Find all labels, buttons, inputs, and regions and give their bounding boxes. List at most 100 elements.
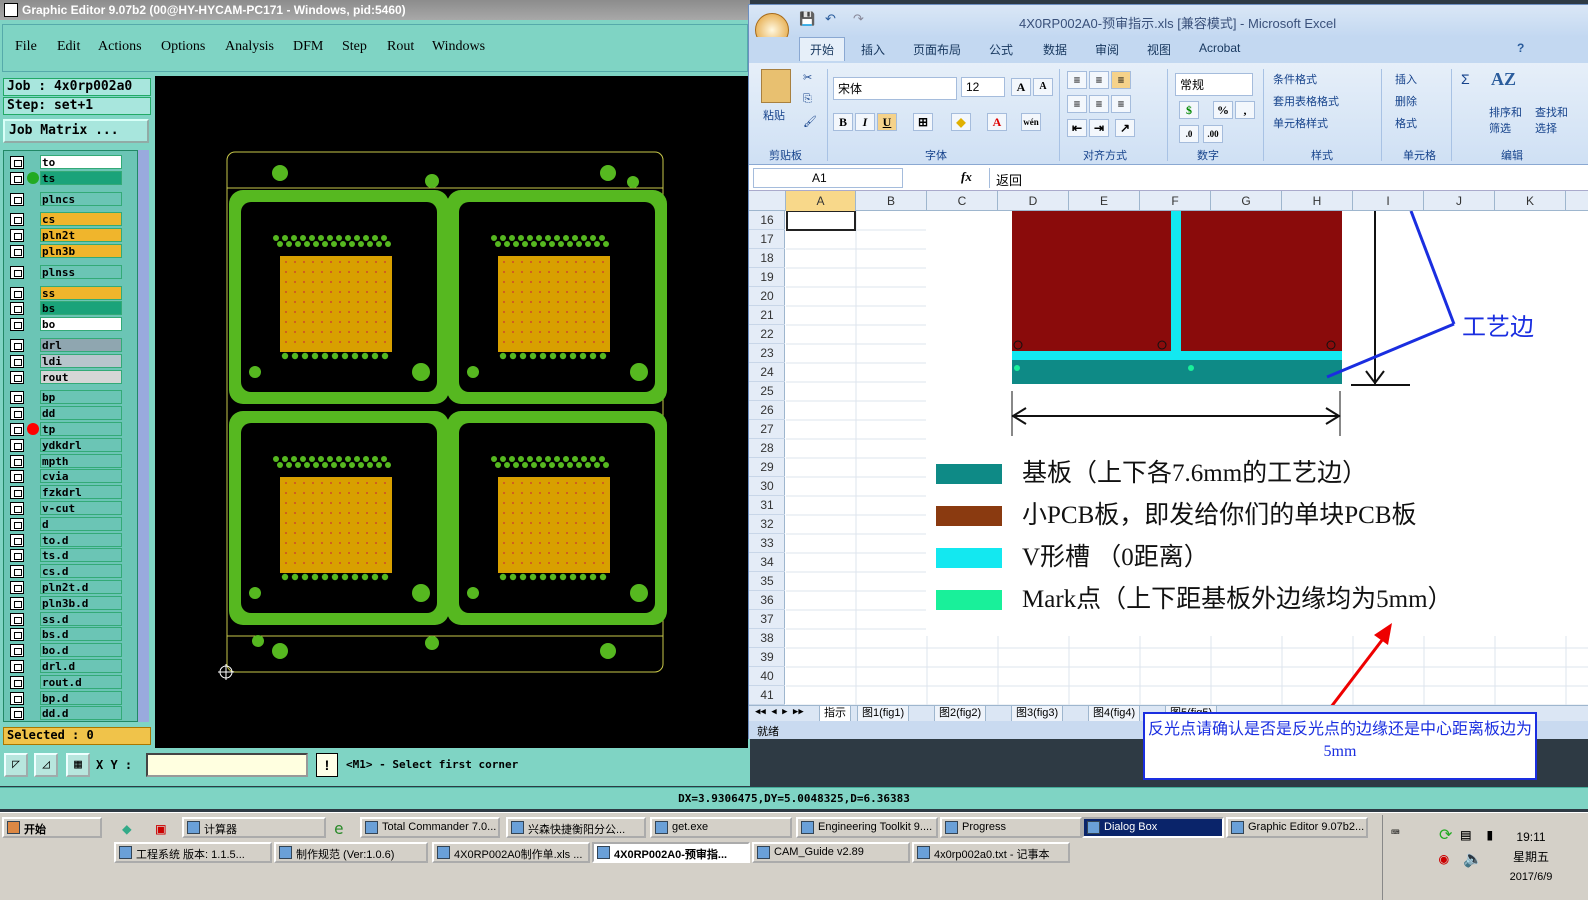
- row-header-39[interactable]: 39: [749, 648, 785, 667]
- formula-input[interactable]: 返回: [989, 168, 1585, 188]
- layer-name[interactable]: mpth: [40, 453, 122, 468]
- layer-checkbox[interactable]: [10, 192, 24, 206]
- align-center-icon[interactable]: ≡: [1089, 95, 1109, 113]
- layer-name[interactable]: bs.d: [40, 627, 122, 642]
- layer-checkbox[interactable]: [10, 339, 24, 352]
- phonetic-icon[interactable]: wén: [1021, 113, 1041, 131]
- layer-name[interactable]: v-cut: [40, 501, 122, 515]
- taskbar-button[interactable]: 4X0RP002A0-预审指...: [592, 842, 750, 863]
- align-left-icon[interactable]: ≡: [1067, 95, 1087, 113]
- format-cells-button[interactable]: 格式: [1395, 115, 1417, 131]
- layer-name[interactable]: plnss: [40, 264, 122, 279]
- save-icon[interactable]: 💾: [799, 11, 815, 27]
- layer-name[interactable]: to.d: [40, 532, 122, 547]
- job-matrix-button[interactable]: Job Matrix ...: [3, 119, 149, 143]
- layer-row[interactable]: pln3b: [10, 244, 124, 258]
- layer-scrollbar[interactable]: [137, 150, 149, 722]
- menu-rout[interactable]: Rout: [387, 39, 414, 55]
- font-name-box[interactable]: 宋体: [833, 77, 957, 100]
- layer-checkbox[interactable]: [10, 318, 24, 332]
- layer-row[interactable]: plncs: [10, 191, 124, 206]
- sheet-tab[interactable]: 图3(fig3): [1011, 706, 1064, 722]
- column-header-i[interactable]: I: [1353, 191, 1424, 211]
- layer-name[interactable]: ydkdrl: [40, 437, 122, 452]
- layer-checkbox[interactable]: [10, 644, 24, 658]
- format-as-table-button[interactable]: 套用表格格式: [1273, 93, 1339, 109]
- taskbar-button[interactable]: 4x0rp002a0.txt - 记事本: [912, 842, 1070, 863]
- layer-checkbox[interactable]: [10, 565, 24, 579]
- row-header-35[interactable]: 35: [749, 572, 785, 591]
- menu-windows[interactable]: Windows: [432, 39, 485, 55]
- row-header-19[interactable]: 19: [749, 268, 785, 287]
- measure-tool-button[interactable]: ◿: [34, 753, 58, 777]
- taskbar-button[interactable]: Graphic Editor 9.07b2...: [1226, 817, 1368, 838]
- insert-cells-button[interactable]: 插入: [1395, 71, 1417, 87]
- tab-data[interactable]: 数据: [1043, 41, 1067, 58]
- layer-checkbox[interactable]: [10, 675, 24, 689]
- layer-row[interactable]: dd.d: [10, 706, 124, 721]
- row-header-25[interactable]: 25: [749, 382, 785, 401]
- menu-dfm[interactable]: DFM: [293, 39, 323, 55]
- layer-checkbox[interactable]: [10, 213, 24, 227]
- layer-row[interactable]: ldi: [10, 353, 124, 368]
- font-size-box[interactable]: 12: [961, 77, 1005, 97]
- layer-name[interactable]: drl: [40, 338, 122, 352]
- layer-name[interactable]: d: [40, 516, 122, 531]
- update-icon[interactable]: ⟳: [1439, 825, 1452, 844]
- row-header-41[interactable]: 41: [749, 686, 785, 705]
- layer-name[interactable]: tp: [40, 422, 122, 436]
- row-header-37[interactable]: 37: [749, 610, 785, 629]
- layer-checkbox[interactable]: [10, 423, 24, 436]
- layer-name[interactable]: to: [40, 155, 122, 169]
- tab-acrobat[interactable]: Acrobat: [1199, 41, 1240, 55]
- row-header-38[interactable]: 38: [749, 629, 785, 648]
- layer-name[interactable]: cvia: [40, 469, 122, 484]
- layer-name[interactable]: bp.d: [40, 690, 122, 705]
- layer-row[interactable]: ydkdrl: [10, 437, 124, 452]
- percent-icon[interactable]: %: [1213, 101, 1233, 119]
- column-header-f[interactable]: F: [1140, 191, 1211, 211]
- help-icon[interactable]: ?: [1517, 41, 1524, 55]
- font-color-icon[interactable]: A: [987, 113, 1007, 131]
- layer-row[interactable]: ts: [10, 170, 124, 185]
- decrease-decimal-icon[interactable]: .00: [1203, 125, 1223, 143]
- grow-font-icon[interactable]: A: [1011, 78, 1031, 96]
- layer-row[interactable]: ts.d: [10, 548, 124, 563]
- taskbar-button[interactable]: Engineering Toolkit 9....: [796, 817, 938, 838]
- row-header-20[interactable]: 20: [749, 287, 785, 306]
- volume-icon[interactable]: 🔈: [1463, 849, 1483, 868]
- layer-checkbox[interactable]: [10, 691, 24, 705]
- layer-checkbox[interactable]: [10, 549, 24, 563]
- column-header-c[interactable]: C: [927, 191, 998, 211]
- align-bottom-icon[interactable]: ≡: [1111, 71, 1131, 89]
- layer-name[interactable]: pln2t: [40, 228, 122, 243]
- layer-checkbox[interactable]: [10, 407, 24, 421]
- layer-row[interactable]: bs.d: [10, 627, 124, 642]
- format-painter-icon[interactable]: 🖌: [803, 115, 817, 128]
- layer-row[interactable]: rout: [10, 369, 124, 384]
- layer-row[interactable]: drl: [10, 338, 124, 352]
- row-header-21[interactable]: 21: [749, 306, 785, 325]
- layer-row[interactable]: fzkdrl: [10, 485, 124, 500]
- row-header-32[interactable]: 32: [749, 515, 785, 534]
- layer-checkbox[interactable]: [10, 470, 24, 484]
- row-header-17[interactable]: 17: [749, 230, 785, 249]
- cell-styles-button[interactable]: 单元格样式: [1273, 115, 1328, 131]
- menu-options[interactable]: Options: [161, 39, 205, 55]
- layer-row[interactable]: plnss: [10, 264, 124, 279]
- row-header-33[interactable]: 33: [749, 534, 785, 553]
- layer-row[interactable]: ss: [10, 285, 124, 300]
- layer-row[interactable]: d: [10, 516, 124, 531]
- layer-name[interactable]: ss: [40, 285, 122, 300]
- sheet-tab[interactable]: 图2(fig2): [934, 706, 987, 722]
- row-header-24[interactable]: 24: [749, 363, 785, 382]
- copy-icon[interactable]: ⎘: [803, 93, 812, 106]
- layer-row[interactable]: rout.d: [10, 674, 124, 689]
- row-header-22[interactable]: 22: [749, 325, 785, 344]
- increase-indent-icon[interactable]: ⇥: [1089, 119, 1109, 137]
- row-header-28[interactable]: 28: [749, 439, 785, 458]
- increase-decimal-icon[interactable]: .0: [1179, 125, 1199, 143]
- layer-checkbox[interactable]: [10, 156, 24, 169]
- layer-name[interactable]: plncs: [40, 191, 122, 206]
- layer-checkbox[interactable]: [10, 612, 24, 626]
